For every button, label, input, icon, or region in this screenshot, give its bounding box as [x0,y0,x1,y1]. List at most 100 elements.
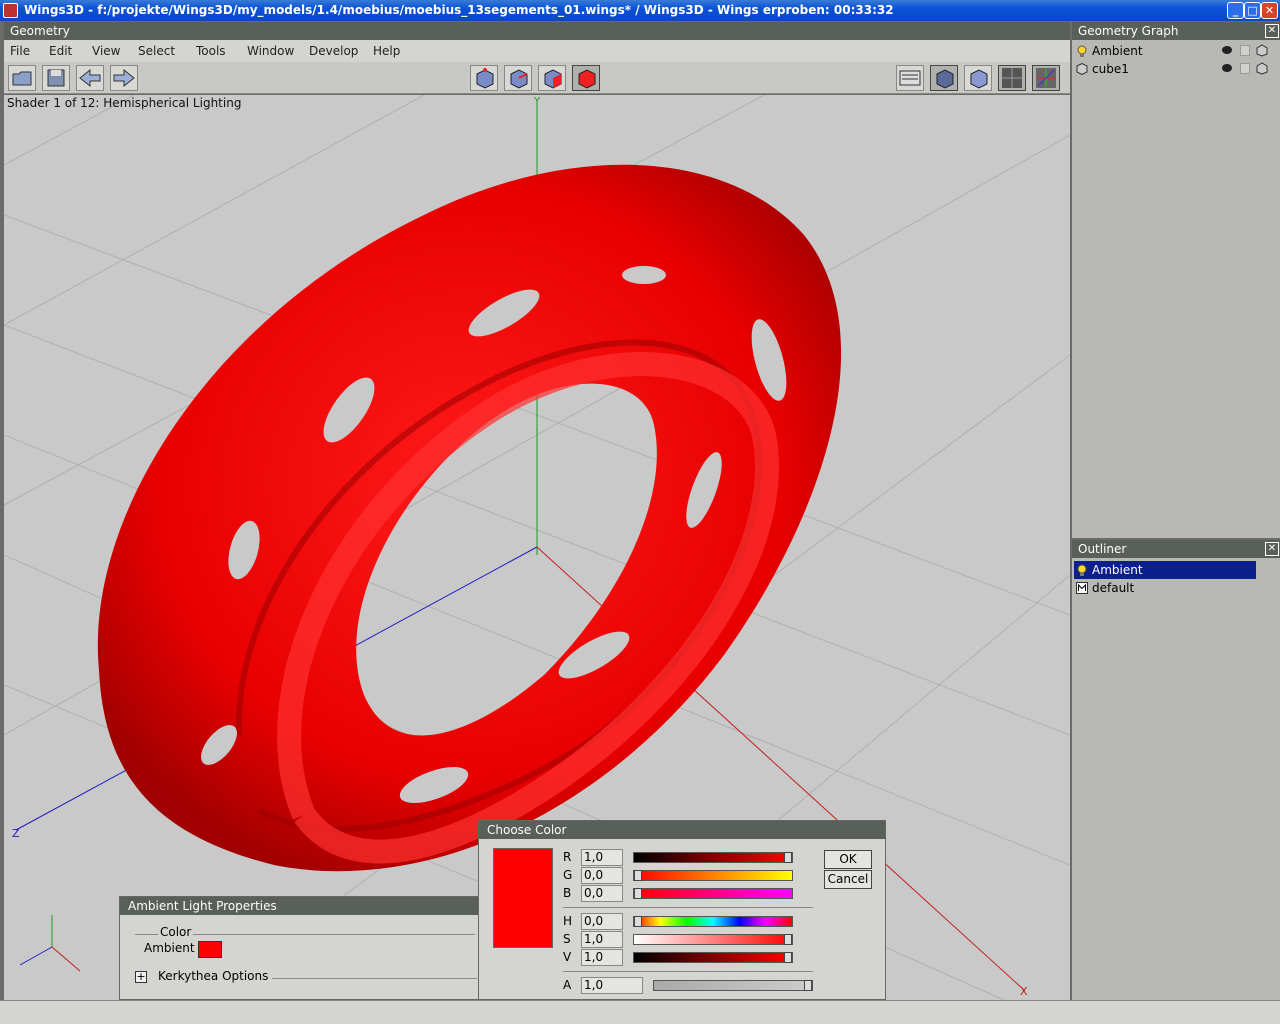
app-icon [3,3,18,18]
undo-button[interactable] [76,65,104,91]
eye-icon[interactable] [1222,64,1232,72]
close-button[interactable]: ✕ [1261,2,1278,19]
ambient-light-properties-dialog: Ambient Light Properties Color Ambient +… [119,896,479,1000]
minimize-button[interactable]: _ [1227,2,1244,19]
b-label: B [563,886,572,900]
b-slider[interactable] [633,888,793,899]
outliner-title: Outliner [1078,542,1127,556]
b-slider-knob[interactable] [634,888,642,899]
a-slider[interactable] [653,980,813,991]
s-value-field[interactable]: 1,0 [581,931,623,948]
ambient-color-swatch[interactable] [198,941,222,958]
vertex-mode-button[interactable] [470,65,498,91]
menu-file[interactable]: File [10,44,30,58]
axes-icon [1036,68,1056,88]
x-axis-label: X [1020,985,1028,998]
h-label: H [563,914,573,928]
flat-shading-button[interactable] [964,65,992,91]
a-slider-knob[interactable] [804,980,812,991]
r-slider[interactable] [633,852,793,863]
outliner-close-button[interactable]: ✕ [1265,542,1279,556]
face-cube-icon [544,69,562,89]
s-slider-knob[interactable] [784,934,792,945]
lock-icon[interactable] [1240,45,1250,56]
workmode-button[interactable] [896,65,924,91]
menu-view[interactable]: View [92,44,120,58]
g-value-field[interactable]: 0,0 [581,867,623,884]
ok-button[interactable]: OK [824,850,872,869]
geometry-header: Geometry [4,22,1070,40]
shader-info: Shader 1 of 12: Hemispherical Lighting [7,96,242,110]
cube-icon [1076,63,1088,75]
cancel-button[interactable]: Cancel [824,870,872,889]
g-slider-knob[interactable] [634,870,642,881]
outliner-item-label: default [1092,581,1135,595]
v-slider[interactable] [633,952,793,963]
a-label: A [563,978,572,992]
geometry-graph-close-button[interactable]: ✕ [1265,24,1279,38]
face-mode-button[interactable] [538,65,566,91]
ground-grid-icon [1002,68,1022,88]
axes-button[interactable] [1032,65,1060,91]
h-slider[interactable] [633,916,793,927]
r-value-field[interactable]: 1,0 [581,849,623,866]
r-label: R [563,850,572,864]
smooth-shading-button[interactable] [930,65,958,91]
outliner-header: Outliner ✕ [1072,540,1280,558]
menu-develop[interactable]: Develop [309,44,358,58]
graph-item-ambient[interactable]: Ambient [1074,42,1270,60]
g-slider[interactable] [633,870,793,881]
a-value-field[interactable]: 1,0 [581,977,643,994]
ambient-dialog-header: Ambient Light Properties [120,897,478,915]
material-icon [1076,582,1088,594]
outliner-item-default[interactable]: default [1074,579,1270,597]
maximize-button[interactable]: □ [1244,2,1261,19]
geometry-graph-panel: Ambient cube1 [1072,40,1280,538]
save-button[interactable] [42,65,70,91]
graph-item-cube1[interactable]: cube1 [1074,60,1270,78]
outliner-item-label: Ambient [1092,563,1143,577]
save-icon [47,69,65,87]
b-value-field[interactable]: 0,0 [581,885,623,902]
options-group-frame [272,978,477,979]
graph-item-label: cube1 [1092,62,1129,76]
r-slider-knob[interactable] [784,852,792,863]
edge-mode-button[interactable] [504,65,532,91]
kerkythea-options-label: Kerkythea Options [158,969,269,983]
menu-select[interactable]: Select [138,44,175,58]
menu-help[interactable]: Help [373,44,400,58]
h-slider-knob[interactable] [634,916,642,927]
grid-list-icon [899,70,921,86]
wire-cube-icon[interactable] [1255,44,1268,57]
lock-icon[interactable] [1240,63,1250,74]
folder-icon [12,71,32,86]
lightbulb-icon [1077,564,1087,576]
g-label: G [563,868,573,882]
s-slider[interactable] [633,934,793,945]
open-button[interactable] [8,65,36,91]
menu-edit[interactable]: Edit [49,44,72,58]
v-slider-knob[interactable] [784,952,792,963]
y-axis-label: Y [533,96,541,107]
z-axis-label: Z [12,827,20,840]
title-bar: Wings3D - f:/projekte/Wings3D/my_models/… [0,0,1280,21]
expand-toggle[interactable]: + [135,971,147,983]
ground-grid-button[interactable] [998,65,1026,91]
smooth-cube-icon [936,69,954,89]
v-value-field[interactable]: 1,0 [581,949,623,966]
flat-cube-icon [970,69,988,89]
menu-tools[interactable]: Tools [196,44,226,58]
moebius-model[interactable] [97,164,842,872]
edge-cube-icon [510,69,528,89]
separator [563,971,813,972]
h-value-field[interactable]: 0,0 [581,913,623,930]
menu-window[interactable]: Window [247,44,294,58]
color-preview [493,848,553,948]
arrow-right-icon [113,68,135,88]
status-bar [0,1000,1280,1024]
eye-icon[interactable] [1222,46,1232,54]
wire-cube-icon[interactable] [1255,62,1268,75]
body-mode-button[interactable] [572,65,600,91]
redo-button[interactable] [110,65,138,91]
outliner-item-ambient[interactable]: Ambient [1074,561,1256,579]
